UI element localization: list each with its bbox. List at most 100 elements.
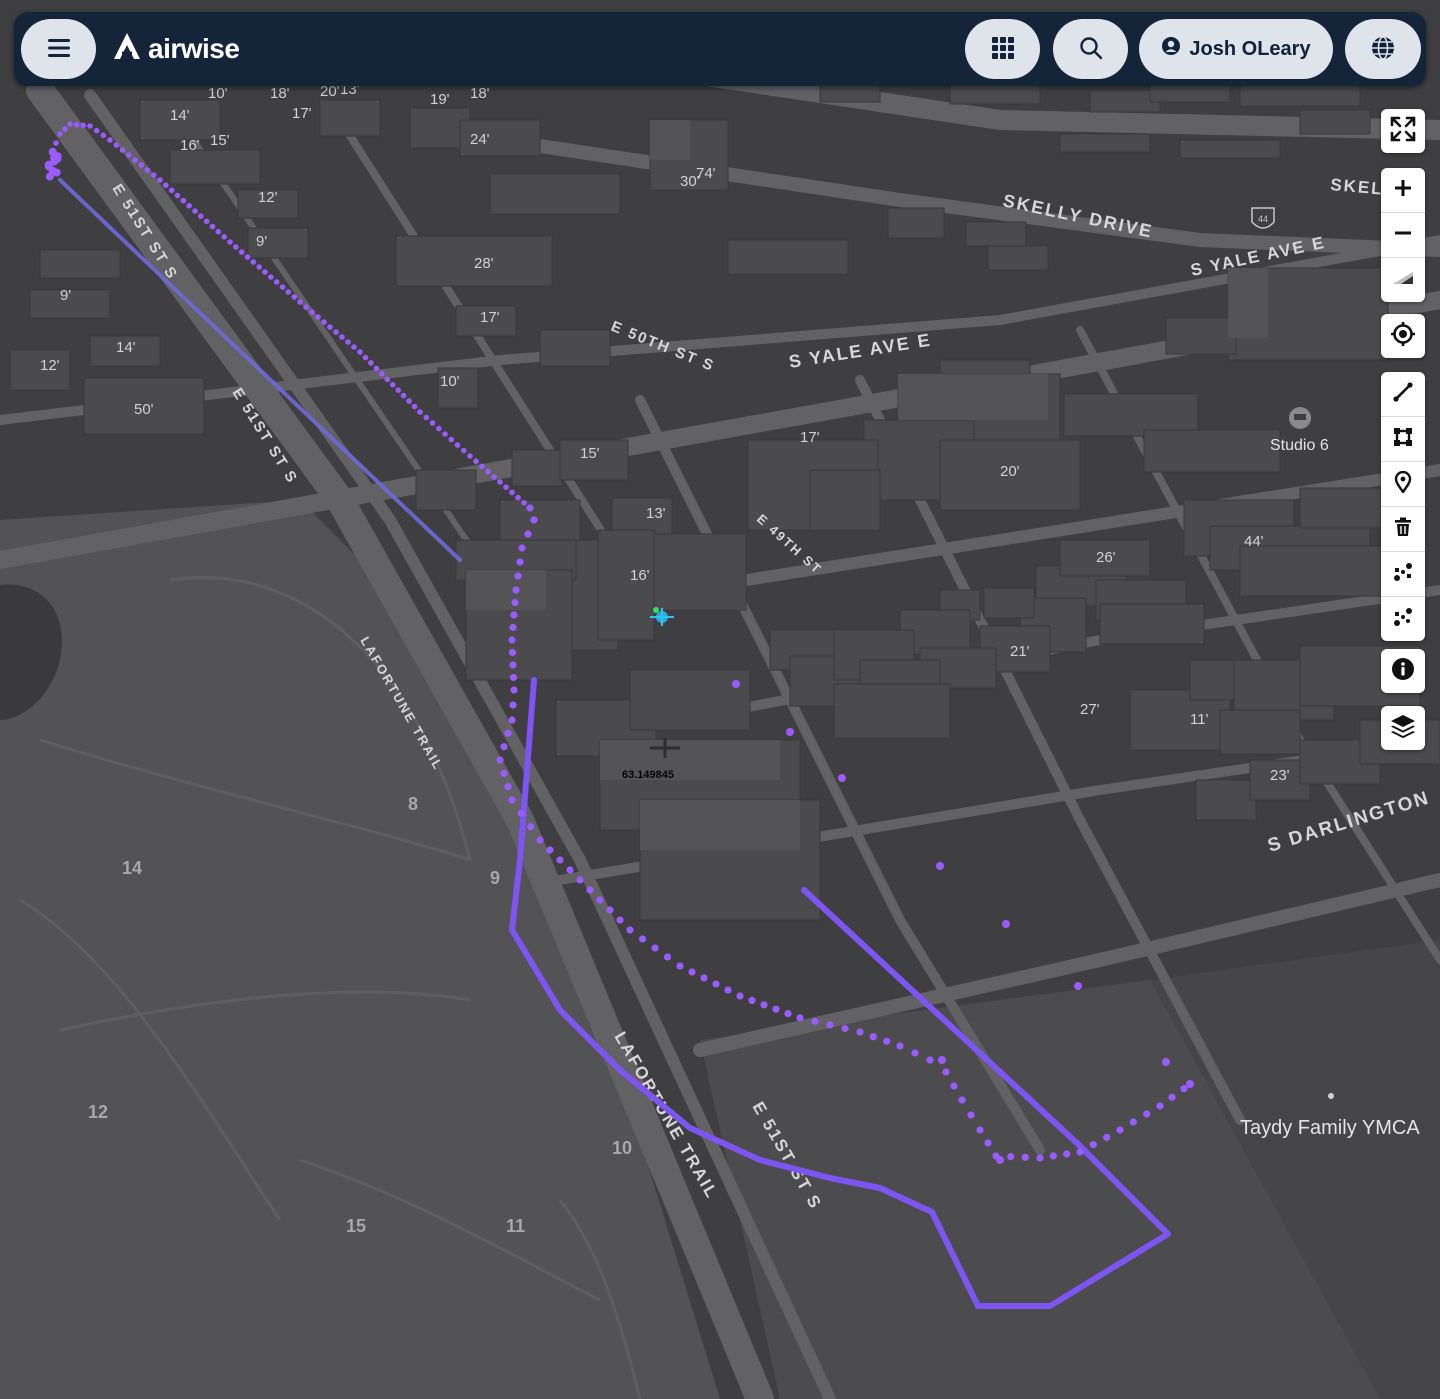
flight-track-dot <box>315 314 321 320</box>
flight-track-dot <box>639 935 646 942</box>
globe-icon <box>1370 35 1396 64</box>
zoom-out-button[interactable] <box>1381 212 1425 257</box>
app-logo-text: airwise <box>148 33 239 65</box>
flight-track-dot <box>107 137 113 143</box>
draw-line-button[interactable] <box>1381 372 1425 416</box>
waypoints-button[interactable] <box>1381 596 1425 641</box>
flight-track-dot <box>1103 1134 1110 1141</box>
golf-hole-number: 15 <box>346 1216 366 1236</box>
flight-track-dot <box>339 334 345 340</box>
building-height-label: 18' <box>470 85 490 102</box>
flight-track-dot <box>186 203 192 209</box>
flight-track-dot <box>1162 1058 1170 1066</box>
flight-track-dot <box>151 172 157 178</box>
flight-track-dot <box>333 329 339 335</box>
flight-track-dot <box>1002 920 1010 928</box>
flight-track-dot <box>1130 1118 1137 1125</box>
user-name: Josh OLeary <box>1189 38 1310 61</box>
user-profile-button[interactable]: Josh OLeary <box>1139 19 1333 79</box>
apps-button[interactable] <box>965 19 1040 79</box>
flight-track-dot <box>485 469 491 475</box>
flight-track-dot <box>309 309 315 315</box>
search-icon <box>1079 36 1103 63</box>
flight-track-dot <box>748 997 755 1004</box>
building-height-label: 20' <box>1000 463 1020 480</box>
trash-icon <box>1394 517 1412 541</box>
building-height-label: 14' <box>170 107 190 124</box>
flight-track-dot <box>526 504 533 511</box>
flight-track-dot <box>449 437 455 443</box>
flight-track-dot <box>870 1033 877 1040</box>
flight-track-dot <box>664 953 671 960</box>
flight-track-dot <box>530 516 537 523</box>
building-height-label: 26' <box>1096 549 1116 566</box>
zoom-in-button[interactable] <box>1381 168 1425 212</box>
map-pin-icon <box>1394 471 1412 497</box>
flight-track-dot <box>911 1049 918 1056</box>
draw-polygon-button[interactable] <box>1381 416 1425 461</box>
locate-button[interactable] <box>1381 314 1425 358</box>
flight-track-dot <box>251 259 257 265</box>
flight-track-dot <box>74 122 80 128</box>
building-height-label: 12' <box>40 357 60 374</box>
flight-track-dot <box>958 1096 965 1103</box>
drone-altitude-label: 63.149845 <box>622 769 674 781</box>
search-button[interactable] <box>1053 19 1128 79</box>
locate-icon <box>1390 321 1416 351</box>
flight-track-dot <box>1090 1141 1097 1148</box>
flight-track-dot <box>455 442 461 448</box>
building-height-label: 17' <box>480 309 500 326</box>
delete-button[interactable] <box>1381 506 1425 551</box>
flight-track-dot <box>491 474 497 480</box>
language-button[interactable] <box>1345 19 1421 79</box>
compass-button[interactable] <box>1381 257 1425 302</box>
flight-track-dot <box>53 140 59 146</box>
flight-track-dot <box>321 319 327 325</box>
flight-track-dot <box>556 856 563 863</box>
app-logo[interactable]: airwise <box>112 30 239 68</box>
flight-track-dot <box>297 299 303 305</box>
flight-track-dot <box>46 173 54 181</box>
flight-track-dot <box>390 382 396 388</box>
building-height-label: 50' <box>134 401 154 418</box>
building-height-label: 17' <box>800 429 820 446</box>
flight-track-dot <box>132 157 138 163</box>
flight-track-dot <box>62 126 68 132</box>
flight-track-dot <box>245 254 251 260</box>
info-button[interactable] <box>1381 649 1425 693</box>
fullscreen-button[interactable] <box>1381 109 1425 153</box>
route-button[interactable] <box>1381 551 1425 596</box>
place-label-ymca[interactable]: Taydy Family YMCA <box>1240 1117 1420 1139</box>
flight-track-dot <box>521 500 527 506</box>
place-marker-button[interactable] <box>1381 461 1425 506</box>
flight-track-dot <box>368 360 374 366</box>
app-root: SKELLY DRIVE S YALE AVE E S YALE AVE E E… <box>0 0 1440 1399</box>
flight-track-dot <box>479 464 485 470</box>
map-canvas[interactable]: SKELLY DRIVE S YALE AVE E S YALE AVE E E… <box>0 0 1440 1399</box>
menu-button[interactable] <box>21 19 96 79</box>
flight-track-dot <box>57 131 63 137</box>
flight-track-dot <box>510 674 517 681</box>
draw-tools-control <box>1381 372 1425 641</box>
flight-track-dot <box>566 866 573 873</box>
building-height-label: 24' <box>470 131 490 148</box>
flight-track-dot <box>518 544 525 551</box>
layers-button[interactable] <box>1381 706 1425 750</box>
compass-icon <box>1391 270 1415 290</box>
flight-track-dot <box>786 728 794 736</box>
building-height-label: 18' <box>270 85 290 102</box>
flight-track-dot <box>442 431 448 437</box>
flight-track-dot <box>436 426 442 432</box>
info-icon <box>1391 657 1415 685</box>
flight-track-dot <box>395 387 401 393</box>
flight-track-dot <box>1156 1102 1163 1109</box>
layers-icon <box>1390 713 1416 743</box>
flight-track-dot <box>936 862 944 870</box>
flight-track-dot <box>351 344 357 350</box>
airwise-logo-icon <box>112 31 142 68</box>
zoom-in-icon <box>1393 178 1413 202</box>
flight-track-dot <box>417 409 423 415</box>
place-label-studio6[interactable]: Studio 6 <box>1270 437 1329 454</box>
flight-track-dot <box>157 177 163 183</box>
flight-track-dot <box>856 1028 863 1035</box>
